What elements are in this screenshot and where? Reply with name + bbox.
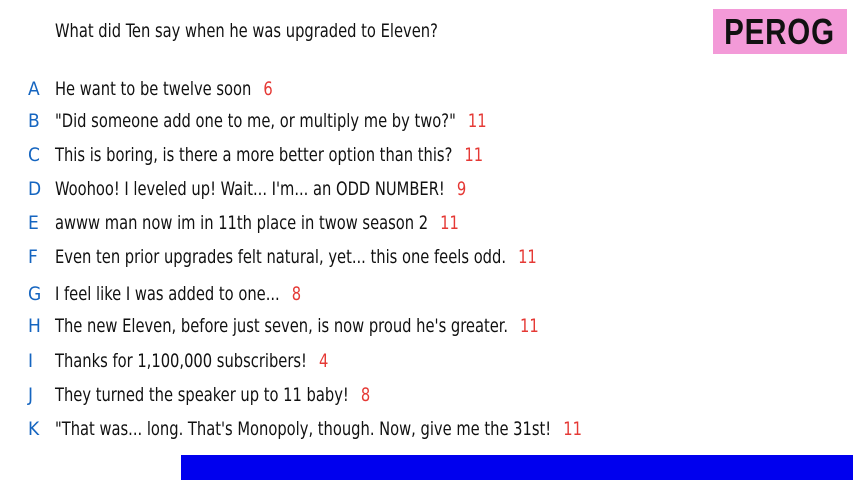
answer-row-k: K "That was... long. That's Monopoly, th… — [28, 416, 668, 442]
answer-votes: 11 — [467, 110, 487, 132]
timer-bar — [181, 455, 853, 480]
answer-letter: F — [28, 246, 38, 268]
answer-letter: K — [28, 418, 40, 440]
answer-row-h: H The new Eleven, before just seven, is … — [28, 313, 617, 339]
answer-row-b: B "Did someone add one to me, or multipl… — [28, 108, 557, 134]
answer-letter: A — [28, 78, 40, 100]
answer-votes: 11 — [440, 212, 459, 234]
answer-body: This is boring, is there a more better o… — [55, 144, 483, 166]
answer-votes: 11 — [520, 315, 539, 337]
answer-votes: 11 — [464, 144, 484, 166]
answer-row-a: A He want to be twelve soon 6 — [28, 76, 308, 102]
answer-letter: H — [28, 315, 41, 337]
answer-letter: C — [28, 144, 40, 166]
answer-text: This is boring, is there a more better o… — [55, 144, 453, 166]
answer-list: A He want to be twelve soon 6 B "Did some… — [0, 0, 853, 480]
answer-votes: 11 — [563, 418, 582, 440]
answer-text: The new Eleven, before just seven, is no… — [55, 315, 508, 337]
answer-letter: E — [28, 212, 39, 234]
answer-text: They turned the speaker up to 11 baby! — [55, 384, 349, 406]
answer-votes: 11 — [518, 246, 537, 268]
answer-body: They turned the speaker up to 11 baby! 8 — [55, 384, 370, 406]
answer-body: Woohoo! I leveled up! Wait... I'm... an … — [55, 178, 466, 200]
answer-body: The new Eleven, before just seven, is no… — [55, 315, 539, 337]
answer-letter: D — [28, 178, 42, 200]
voting-screen: What did Ten say when he was upgraded to… — [0, 0, 853, 480]
answer-row-i: I Thanks for 1,100,000 subscribers! 4 — [28, 348, 373, 374]
answer-text: awww man now im in 11th place in twow se… — [55, 212, 429, 234]
answer-votes: 4 — [318, 350, 329, 372]
answer-votes: 8 — [291, 283, 302, 305]
answer-body: Thanks for 1,100,000 subscribers! 4 — [55, 350, 328, 372]
answer-body: "That was... long. That's Monopoly, thou… — [55, 418, 582, 440]
answer-letter: G — [28, 283, 42, 305]
answer-votes: 6 — [263, 78, 273, 100]
answer-votes: 9 — [456, 178, 467, 200]
answer-text: Thanks for 1,100,000 subscribers! — [55, 350, 307, 372]
answer-text: I feel like I was added to one... — [55, 283, 280, 305]
answer-text: "Did someone add one to me, or multiply … — [55, 110, 456, 132]
answer-body: awww man now im in 11th place in twow se… — [55, 212, 459, 234]
answer-letter: J — [28, 384, 34, 406]
answer-row-f: F Even ten prior upgrades felt natural, … — [28, 244, 615, 270]
answer-body: I feel like I was added to one... 8 — [55, 283, 301, 305]
answer-letter: B — [28, 110, 40, 132]
answer-body: "Did someone add one to me, or multiply … — [55, 110, 487, 132]
answer-letter: I — [28, 350, 34, 372]
answer-row-e: E awww man now im in 11th place in twow … — [28, 210, 525, 236]
answer-row-d: D Woohoo! I leveled up! Wait... I'm... a… — [28, 176, 533, 202]
answer-text: "That was... long. That's Monopoly, thou… — [55, 418, 552, 440]
answer-text: Woohoo! I leveled up! Wait... I'm... an … — [55, 178, 445, 200]
answer-row-j: J They turned the speaker up to 11 baby!… — [28, 382, 422, 408]
answer-text: He want to be twelve soon — [55, 78, 252, 100]
answer-text: Even ten prior upgrades felt natural, ye… — [55, 246, 507, 268]
answer-row-c: C This is boring, is there a more better… — [28, 142, 553, 168]
answer-body: He want to be twelve soon 6 — [55, 78, 273, 100]
answer-row-g: G I feel like I was added to one... 8 — [28, 281, 341, 307]
answer-votes: 8 — [360, 384, 371, 406]
answer-body: Even ten prior upgrades felt natural, ye… — [55, 246, 537, 268]
